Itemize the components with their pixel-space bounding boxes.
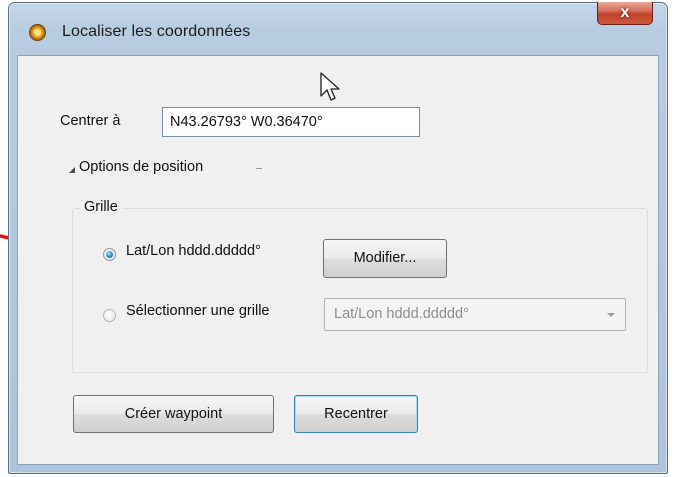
grid-select-value: Lat/Lon hddd.ddddd° xyxy=(334,306,469,322)
radio-select-grid[interactable] xyxy=(103,309,116,322)
close-button[interactable]: x xyxy=(597,2,653,25)
chevron-down-icon xyxy=(607,313,615,317)
create-waypoint-button[interactable]: Créer waypoint xyxy=(73,395,274,433)
center-label: Centrer à xyxy=(60,113,121,129)
dialog-client-area: Centrer à N43.26793° W0.36470° Options d… xyxy=(17,55,659,465)
grid-select-dropdown[interactable]: Lat/Lon hddd.ddddd° xyxy=(324,298,626,331)
triangle-expanded-icon[interactable] xyxy=(69,167,75,173)
radio-latlon[interactable] xyxy=(103,248,116,261)
grid-groupbox xyxy=(72,208,648,373)
title-bar[interactable]: Localiser les coordonnées x xyxy=(9,2,667,55)
grid-group-title: Grille xyxy=(80,199,122,215)
modify-button[interactable]: Modifier... xyxy=(323,239,447,278)
window-title: Localiser les coordonnées xyxy=(62,23,251,40)
radio-latlon-label[interactable]: Lat/Lon hddd.ddddd° xyxy=(126,243,261,259)
mouse-pointer-icon xyxy=(320,72,340,101)
center-coordinates-input[interactable]: N43.26793° W0.36470° xyxy=(162,107,420,137)
screenshot-stage: Localiser les coordonnées x Centrer à N4… xyxy=(0,0,675,477)
radio-select-grid-label[interactable]: Sélectionner une grille xyxy=(126,303,269,319)
compass-app-icon xyxy=(30,25,45,40)
recenter-button[interactable]: Recentrer xyxy=(294,395,418,433)
position-options-toggle[interactable]: Options de position xyxy=(79,159,203,175)
options-divider xyxy=(256,168,262,169)
